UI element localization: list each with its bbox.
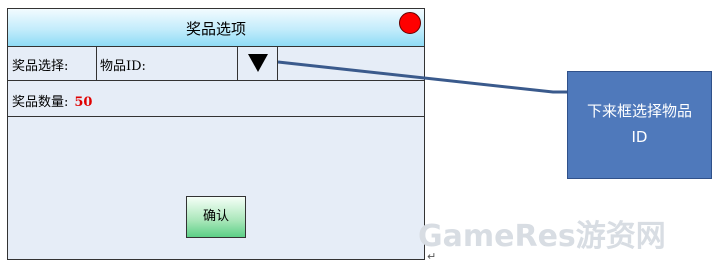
callout-text: 下来框选择物品 ID [586, 102, 692, 146]
callout-box: 下来框选择物品 ID [567, 71, 712, 179]
connector-line [277, 60, 567, 94]
paragraph-return-icon: ↵ [427, 250, 437, 263]
watermark: GameRes游资网 [418, 219, 666, 254]
